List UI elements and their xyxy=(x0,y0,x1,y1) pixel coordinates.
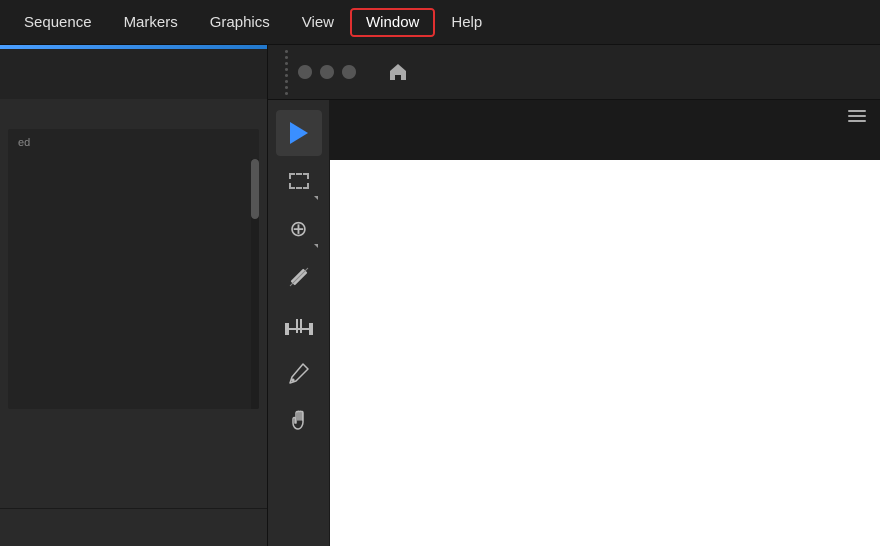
grip-dot xyxy=(285,68,288,71)
window-btn-minimize[interactable] xyxy=(320,65,334,79)
menu-markers[interactable]: Markers xyxy=(108,8,194,37)
menu-help[interactable]: Help xyxy=(435,8,498,37)
ripple-tool-button[interactable]: ⊕ xyxy=(276,206,322,252)
canvas-menu-button[interactable] xyxy=(848,110,866,122)
select-tool-button[interactable] xyxy=(276,110,322,156)
scrollbar-thumb[interactable] xyxy=(251,159,259,219)
vertical-toolbar: ⊕ xyxy=(268,100,330,546)
tool-submenu-arrow xyxy=(314,196,318,200)
menu-window[interactable]: Window xyxy=(350,8,435,37)
canvas-area: ⊕ xyxy=(268,100,880,546)
main-area: ed xyxy=(0,45,880,546)
grip-dot xyxy=(285,86,288,89)
menu-graphics[interactable]: Graphics xyxy=(194,8,286,37)
scrollbar-track[interactable] xyxy=(251,159,259,409)
track-select-tool-button[interactable] xyxy=(276,158,322,204)
left-panel-body: ed xyxy=(0,99,267,546)
grip-handle xyxy=(282,45,290,99)
razor-icon xyxy=(287,265,311,289)
trim-icon xyxy=(285,315,313,335)
razor-tool-button[interactable] xyxy=(276,254,322,300)
content-label: ed xyxy=(8,129,259,157)
hand-icon xyxy=(288,410,310,432)
right-panel: ⊕ xyxy=(268,45,880,546)
marquee-icon xyxy=(289,173,309,189)
grip-dot xyxy=(285,92,288,95)
window-btn-maximize[interactable] xyxy=(342,65,356,79)
pen-tool-button[interactable] xyxy=(276,350,322,396)
grip-dot xyxy=(285,62,288,65)
hamburger-line xyxy=(848,110,866,112)
menu-view[interactable]: View xyxy=(286,8,350,37)
select-icon xyxy=(290,122,308,144)
marquee-box-icon xyxy=(289,173,309,189)
left-panel-header xyxy=(0,49,267,99)
content-box: ed xyxy=(8,129,259,409)
window-controls-bar xyxy=(268,45,880,100)
hamburger-line xyxy=(848,120,866,122)
grip-dot xyxy=(285,56,288,59)
grip-dot xyxy=(285,50,288,53)
canvas-viewport xyxy=(330,100,880,546)
menu-sequence[interactable]: Sequence xyxy=(8,8,108,37)
grip-dot xyxy=(285,80,288,83)
hand-tool-button[interactable] xyxy=(276,398,322,444)
trim-tool-button[interactable] xyxy=(276,302,322,348)
pen-icon xyxy=(288,362,310,384)
home-button[interactable] xyxy=(382,56,414,88)
menu-bar: Sequence Markers Graphics View Window He… xyxy=(0,0,880,45)
hamburger-line xyxy=(848,115,866,117)
left-panel-bottom xyxy=(0,508,267,546)
canvas-content-area xyxy=(330,160,880,546)
left-panel: ed xyxy=(0,45,268,546)
window-btn-close[interactable] xyxy=(298,65,312,79)
grip-dot xyxy=(285,74,288,77)
tool-submenu-arrow xyxy=(314,244,318,248)
ripple-icon: ⊕ xyxy=(289,218,307,240)
